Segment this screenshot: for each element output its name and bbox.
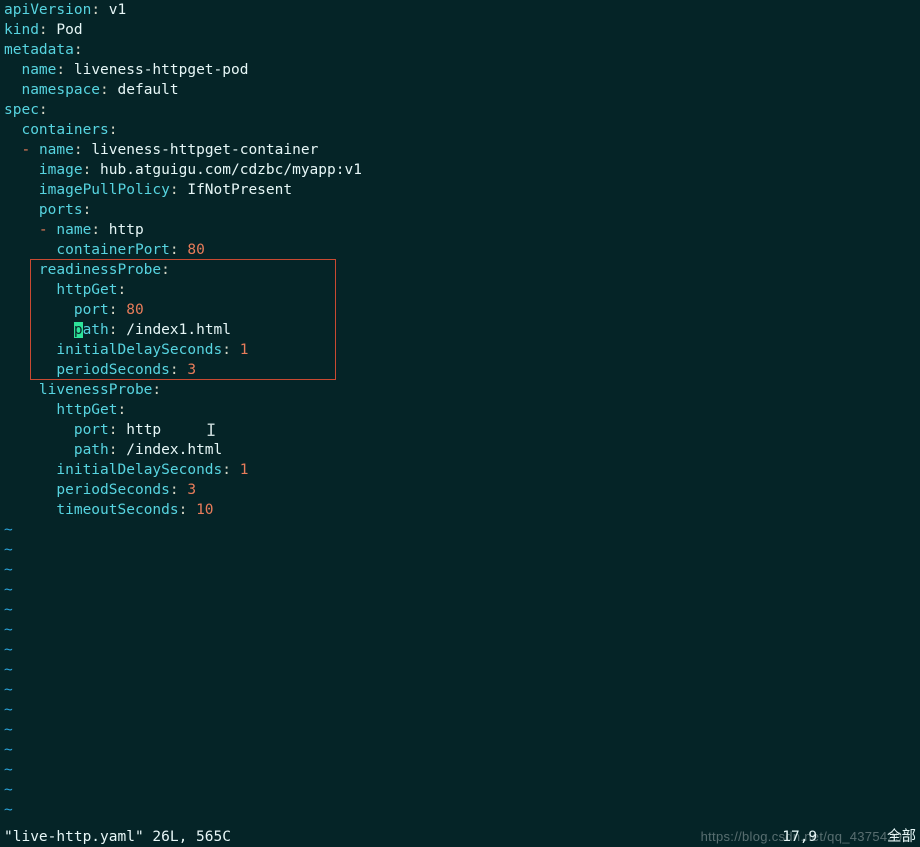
val-c0-name: liveness-httpget-container — [91, 142, 318, 158]
key-l-httpget: httpGet — [56, 402, 117, 418]
val-meta-name: liveness-httpget-pod — [74, 62, 249, 78]
val-port-name: http — [109, 222, 144, 238]
empty-line: ~ — [4, 642, 13, 658]
empty-line: ~ — [4, 602, 13, 618]
key-l-period: periodSeconds — [56, 482, 170, 498]
key-r-httpget: httpGet — [56, 282, 117, 298]
val-l-path: /index.html — [126, 442, 222, 458]
val-image: hub.atguigu.com/cdzbc/myapp:v1 — [100, 162, 362, 178]
key-containerport: containerPort — [56, 242, 170, 258]
val-r-port: 80 — [126, 302, 143, 318]
key-kind: kind — [4, 22, 39, 38]
key-port-name: name — [56, 222, 91, 238]
val-l-initdelay: 1 — [240, 462, 249, 478]
key-r-period: periodSeconds — [56, 362, 170, 378]
val-l-period: 3 — [187, 482, 196, 498]
key-c0-name: name — [39, 142, 74, 158]
val-namespace: default — [118, 82, 179, 98]
key-containers: containers — [21, 122, 108, 138]
key-namespace: namespace — [21, 82, 100, 98]
val-apiversion: v1 — [109, 2, 126, 18]
empty-line: ~ — [4, 722, 13, 738]
empty-line: ~ — [4, 582, 13, 598]
val-kind: Pod — [56, 22, 82, 38]
watermark: https://blog.csdn.net/qq_43754293 — [701, 827, 910, 847]
empty-line: ~ — [4, 622, 13, 638]
key-spec: spec — [4, 102, 39, 118]
key-l-path: path — [74, 442, 109, 458]
key-l-initdelay: initialDelaySeconds — [56, 462, 222, 478]
key-image: image — [39, 162, 83, 178]
empty-line: ~ — [4, 542, 13, 558]
empty-line: ~ — [4, 762, 13, 778]
key-imagepull: imagePullPolicy — [39, 182, 170, 198]
val-l-port: http — [126, 422, 161, 438]
status-file: "live-http.yaml" 26L, 565C — [4, 827, 231, 847]
empty-line: ~ — [4, 562, 13, 578]
key-metadata: metadata — [4, 42, 74, 58]
empty-line: ~ — [4, 702, 13, 718]
editor-buffer[interactable]: apiVersion: v1 kind: Pod metadata: name:… — [0, 0, 920, 820]
empty-line: ~ — [4, 662, 13, 678]
val-containerport: 80 — [187, 242, 204, 258]
val-r-initdelay: 1 — [240, 342, 249, 358]
empty-line: ~ — [4, 802, 13, 818]
key-meta-name: name — [21, 62, 56, 78]
val-r-period: 3 — [187, 362, 196, 378]
val-r-path: /index1.html — [126, 322, 231, 338]
key-liveness: livenessProbe — [39, 382, 153, 398]
key-readiness: readinessProbe — [39, 262, 161, 278]
key-apiversion: apiVersion — [4, 2, 91, 18]
key-ports: ports — [39, 202, 83, 218]
cursor-block: p — [74, 322, 83, 338]
val-l-timeout: 10 — [196, 502, 213, 518]
key-l-timeout: timeoutSeconds — [56, 502, 178, 518]
key-l-port: port — [74, 422, 109, 438]
empty-line: ~ — [4, 522, 13, 538]
empty-line: ~ — [4, 742, 13, 758]
key-r-initdelay: initialDelaySeconds — [56, 342, 222, 358]
empty-line: ~ — [4, 682, 13, 698]
val-imagepull: IfNotPresent — [187, 182, 292, 198]
text-cursor-icon: I — [206, 421, 216, 441]
empty-line: ~ — [4, 782, 13, 798]
key-r-port: port — [74, 302, 109, 318]
